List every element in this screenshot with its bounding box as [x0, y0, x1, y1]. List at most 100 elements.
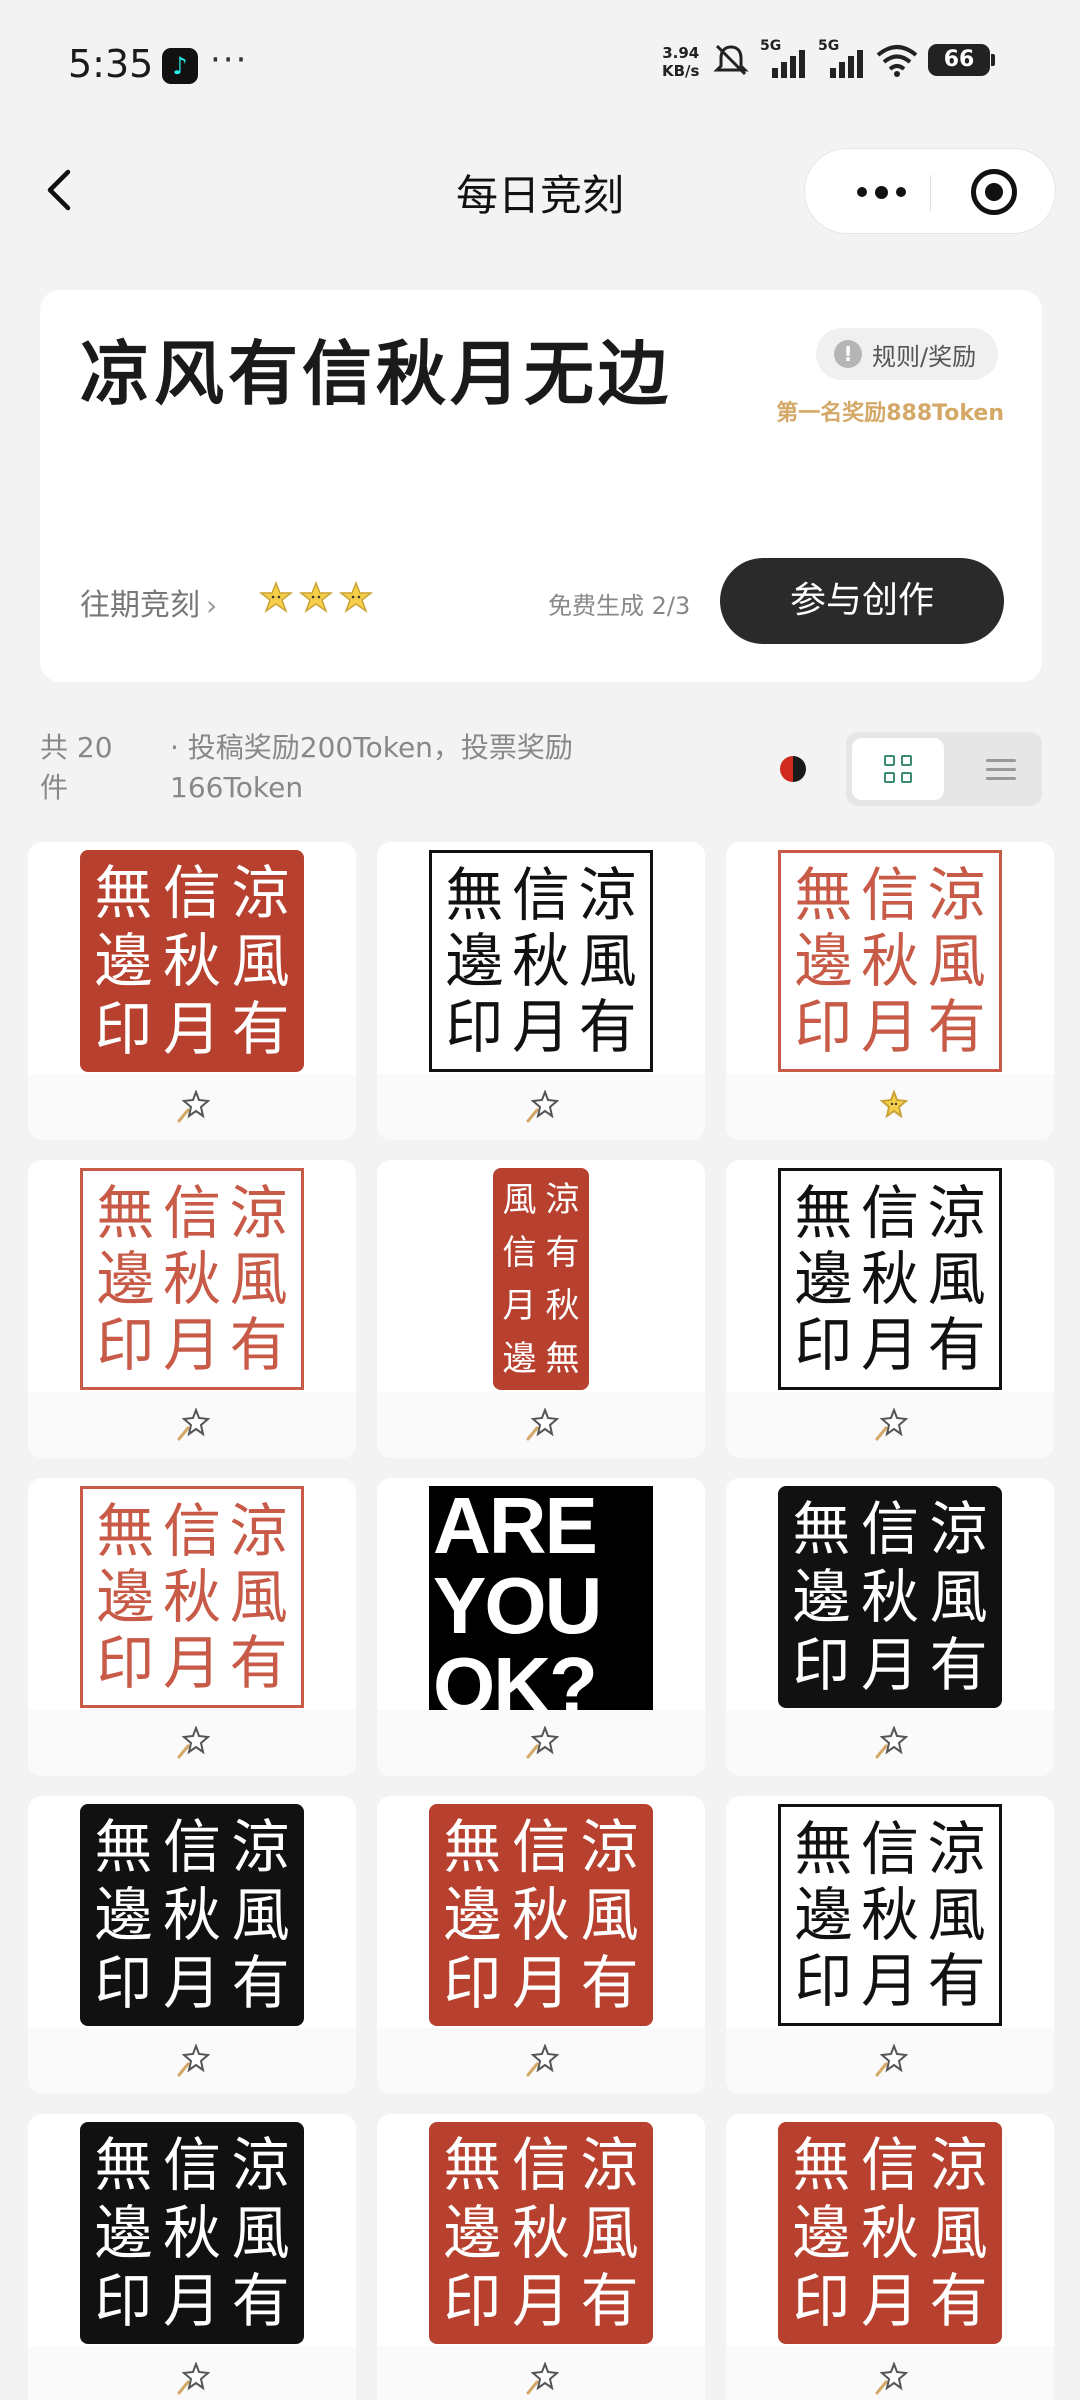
seal-glyph: 秋 [545, 1285, 580, 1326]
vote-bar[interactable] [28, 1392, 356, 1458]
view-mode-switch [846, 732, 1042, 806]
seal-impression: 無信涼邊秋風印月有 [80, 1486, 304, 1708]
mute-bell-icon [713, 44, 749, 76]
vote-bar[interactable] [377, 1710, 705, 1776]
color-filter-toggle[interactable] [780, 756, 806, 782]
close-miniprogram-button[interactable] [971, 169, 1017, 215]
seal-glyph: 涼 [927, 861, 986, 929]
vote-bar[interactable] [726, 2028, 1054, 2094]
grid-view-button[interactable] [852, 738, 944, 800]
star-face-icon [258, 580, 294, 613]
work-card[interactable]: 無信涼邊秋風印月有 [726, 1160, 1054, 1458]
seal-glyph: 印 [96, 1311, 155, 1379]
seal-glyph: 涼 [231, 859, 290, 927]
topic-card: 凉风有信秋月无边 ! 规则/奖励 第一名奖励888Token 往期竞刻 › 免费生… [40, 290, 1042, 682]
seal-glyph: 邊 [94, 927, 153, 995]
work-card[interactable]: 無信涼邊秋風印月有 [726, 1478, 1054, 1776]
topic-title: 凉风有信秋月无边 [80, 333, 672, 415]
seal-glyph: 涼 [580, 1813, 639, 1881]
seal-glyph: 涼 [545, 1179, 580, 1220]
vote-bar[interactable] [726, 2346, 1054, 2400]
seal-impression: 無信涼邊秋風印月有 [778, 850, 1002, 1072]
vote-bar[interactable] [28, 1074, 356, 1140]
seal-artwork: 無信涼邊秋風印月有 [726, 1478, 1054, 1710]
seal-artwork: 無信涼邊秋風印月有 [377, 1796, 705, 2028]
vote-bar[interactable] [726, 1074, 1054, 1140]
seal-glyph: 無 [96, 1179, 155, 1247]
vote-bar[interactable] [28, 2346, 356, 2400]
artwork-line: OK? [433, 1641, 598, 1711]
vote-bar[interactable] [377, 1392, 705, 1458]
seal-glyph: 月 [162, 1949, 221, 2017]
seal-glyph: 涼 [578, 861, 637, 929]
seal-glyph: 無 [443, 2131, 502, 2199]
seal-glyph: 有 [231, 995, 290, 1063]
capsule-divider [930, 175, 931, 211]
vote-star-icon [875, 2044, 908, 2077]
work-card[interactable]: ARE YOU OK? [377, 1478, 705, 1776]
work-card[interactable]: 無信涼邊秋風印月有 [28, 1478, 356, 1776]
seal-glyph: 邊 [792, 2199, 851, 2267]
work-card[interactable]: 風涼信有月秋邊無 [377, 1160, 705, 1458]
seal-glyph: 印 [94, 995, 153, 1063]
status-more-icon: ··· [210, 40, 249, 80]
seal-artwork: 無信涼邊秋風印月有 [377, 842, 705, 1074]
list-view-button[interactable] [966, 738, 1036, 800]
seal-glyph: 無 [445, 861, 504, 929]
seal-glyph: 涼 [229, 1179, 288, 1247]
text-artwork: ARE YOU OK? [429, 1486, 653, 1710]
artwork-line: YOU [433, 1561, 602, 1650]
work-card[interactable]: 無信涼邊秋風印月有 [28, 1160, 356, 1458]
more-button[interactable] [841, 177, 921, 207]
seal-glyph: 風 [229, 1563, 288, 1631]
join-create-button[interactable]: 参与创作 [720, 558, 1004, 644]
vote-star-icon [526, 2044, 559, 2077]
seal-glyph: 無 [545, 1338, 580, 1379]
seal-artwork: ARE YOU OK? [377, 1478, 705, 1710]
work-card[interactable]: 無信涼邊秋風印月有 [28, 842, 356, 1140]
vote-bar[interactable] [726, 1710, 1054, 1776]
seal-glyph: 有 [927, 1311, 986, 1379]
seal-glyph: 邊 [792, 1563, 851, 1631]
work-card[interactable]: 無信涼邊秋風印月有 [28, 2114, 356, 2400]
seal-glyph: 月 [162, 1629, 221, 1697]
work-card[interactable]: 無信涼邊秋風印月有 [377, 1796, 705, 2094]
rules-button[interactable]: ! 规则/奖励 [816, 328, 999, 380]
seal-glyph: 印 [94, 1949, 153, 2017]
work-card[interactable]: 無信涼邊秋風印月有 [726, 842, 1054, 1140]
seal-artwork: 無信涼邊秋風印月有 [28, 1478, 356, 1710]
seal-glyph: 秋 [511, 927, 570, 995]
seal-glyph: 有 [927, 1947, 986, 2015]
seal-glyph: 信 [502, 1232, 537, 1273]
work-card[interactable]: 無信涼邊秋風印月有 [377, 842, 705, 1140]
works-grid: 無信涼邊秋風印月有無信涼邊秋風印月有無信涼邊秋風印月有無信涼邊秋風印月有風涼信有… [28, 842, 1054, 2400]
seal-glyph: 印 [443, 1949, 502, 2017]
seal-glyph: 秋 [162, 927, 221, 995]
seal-glyph: 月 [860, 993, 919, 1061]
vote-bar[interactable] [377, 1074, 705, 1140]
vote-bar[interactable] [377, 2346, 705, 2400]
seal-glyph: 有 [231, 1949, 290, 2017]
work-card[interactable]: 無信涼邊秋風印月有 [28, 1796, 356, 2094]
history-link[interactable]: 往期竞刻 › [80, 580, 217, 624]
free-quota: 免费生成 2/3 [548, 592, 691, 620]
vote-bar[interactable] [377, 2028, 705, 2094]
seal-glyph: 月 [511, 1949, 570, 2017]
signal-1-icon: 5G [760, 38, 808, 78]
vote-bar[interactable] [28, 1710, 356, 1776]
seal-glyph: 信 [162, 1497, 221, 1565]
vote-bar[interactable] [28, 2028, 356, 2094]
history-stars [258, 580, 374, 616]
seal-glyph: 有 [545, 1232, 580, 1273]
work-card[interactable]: 無信涼邊秋風印月有 [726, 2114, 1054, 2400]
bonus-info: · 投稿奖励200Token，投票奖励166Token [170, 731, 573, 804]
work-card[interactable]: 無信涼邊秋風印月有 [377, 2114, 705, 2400]
seal-glyph: 印 [94, 2267, 153, 2335]
vote-star-icon [177, 1090, 210, 1123]
battery-indicator: 66 [928, 44, 995, 76]
seal-glyph: 月 [860, 1631, 919, 1699]
vote-bar[interactable] [726, 1392, 1054, 1458]
seal-impression: 無信涼邊秋風印月有 [429, 2122, 653, 2344]
first-prize-note: 第一名奖励888Token [776, 401, 1004, 426]
work-card[interactable]: 無信涼邊秋風印月有 [726, 1796, 1054, 2094]
